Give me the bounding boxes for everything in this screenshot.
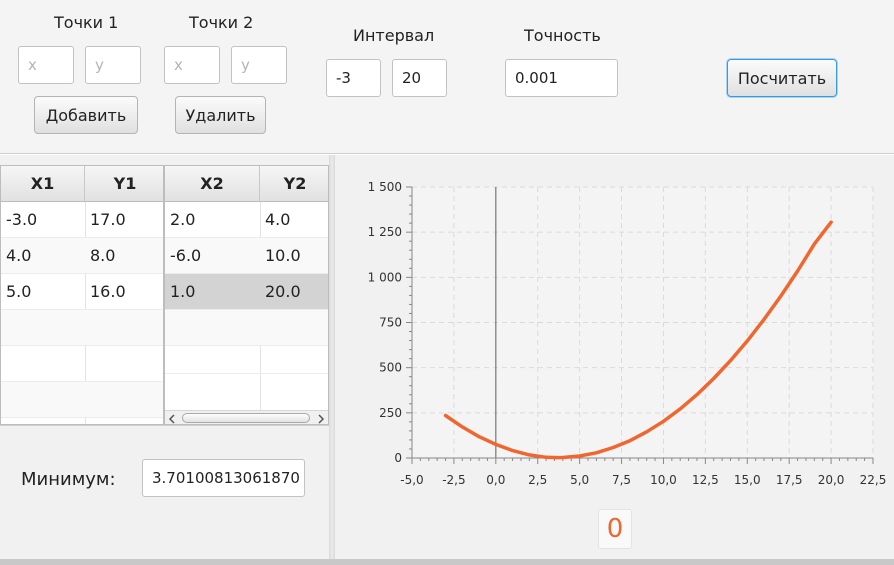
add-button[interactable]: Добавить — [34, 96, 138, 134]
x1-input[interactable] — [18, 46, 74, 84]
minimum-label: Минимум: — [21, 469, 116, 490]
x-tick-label: 5,0 — [570, 473, 589, 487]
table-row[interactable]: 2.0 4.0 — [165, 202, 328, 238]
split-divider[interactable] — [329, 155, 335, 565]
remove-button[interactable]: Удалить — [175, 96, 266, 134]
table-row-selected[interactable]: 1.0 20.0 — [165, 274, 328, 310]
empty-row — [1, 310, 163, 346]
cell-x1: 4.0 — [6, 246, 32, 265]
header-x2[interactable]: X2 — [165, 166, 260, 202]
x2-input[interactable] — [164, 46, 220, 84]
x-tick-label: 12,5 — [692, 473, 719, 487]
header-x1[interactable]: X1 — [1, 166, 85, 202]
cell-y1: 16.0 — [90, 282, 126, 301]
header-y1[interactable]: Y1 — [85, 166, 163, 202]
compute-button[interactable]: Посчитать — [727, 59, 837, 97]
table-row[interactable]: -6.0 10.0 — [165, 238, 328, 274]
y-tick-label: 500 — [379, 361, 402, 375]
empty-row — [1, 382, 163, 418]
cell-y1: 8.0 — [90, 246, 116, 265]
cell-x2: -6.0 — [170, 246, 202, 265]
y-tick-label: 1 250 — [368, 225, 402, 239]
scroll-right-icon[interactable] — [316, 414, 326, 424]
horizontal-scrollbar[interactable] — [165, 410, 328, 424]
scrollbar-thumb[interactable] — [182, 413, 310, 423]
table-row[interactable]: 4.0 8.0 — [1, 238, 163, 274]
points1-table[interactable]: X1 Y1 -3.0 17.0 4.0 8.0 5.0 16.0 — [0, 165, 164, 425]
interval-label: Интервал — [353, 26, 435, 45]
chart-indicator-value: 0 — [606, 514, 624, 544]
y1-input[interactable] — [85, 46, 141, 84]
cell-x1: 5.0 — [6, 282, 32, 301]
x-tick-label: 17,5 — [776, 473, 803, 487]
cell-y2: 4.0 — [265, 210, 291, 229]
x-tick-label: -2,5 — [442, 473, 465, 487]
scroll-left-icon[interactable] — [167, 414, 177, 424]
table-row[interactable]: 5.0 16.0 — [1, 274, 163, 310]
left-panel-divider — [0, 425, 329, 426]
x-tick-label: 0,0 — [486, 473, 505, 487]
interval-to-input[interactable] — [392, 59, 447, 97]
x-tick-label: 20,0 — [818, 473, 845, 487]
x-tick-label: 7,5 — [612, 473, 631, 487]
cell-x2: 2.0 — [170, 210, 196, 229]
x-tick-label: 22,5 — [860, 473, 887, 487]
precision-input[interactable] — [505, 59, 618, 97]
y2-input[interactable] — [231, 46, 287, 84]
points1-label: Точки 1 — [54, 13, 119, 32]
x-tick-label: 15,0 — [734, 473, 761, 487]
interval-from-input[interactable] — [326, 59, 381, 97]
cell-y1: 17.0 — [90, 210, 126, 229]
precision-label: Точность — [524, 26, 601, 45]
x-tick-label: 10,0 — [650, 473, 677, 487]
cell-x1: -3.0 — [6, 210, 38, 229]
y-tick-label: 1 000 — [368, 270, 402, 284]
cell-y2: 10.0 — [265, 246, 301, 265]
header-y2[interactable]: Y2 — [260, 166, 328, 202]
y-tick-label: 750 — [379, 316, 402, 330]
chart-indicator: 0 — [598, 509, 632, 549]
empty-row — [165, 346, 328, 374]
y-tick-label: 0 — [394, 451, 402, 465]
points2-label: Точки 2 — [189, 13, 254, 32]
x-tick-label: 2,5 — [528, 473, 547, 487]
bottom-strip — [0, 559, 894, 565]
empty-row — [165, 310, 328, 346]
minimum-output[interactable] — [142, 459, 305, 497]
points2-table[interactable]: X2 Y2 2.0 4.0 -6.0 10.0 1.0 20.0 — [164, 165, 329, 425]
cell-x2: 1.0 — [170, 282, 196, 301]
y-tick-label: 1 500 — [368, 180, 402, 194]
table-row[interactable]: -3.0 17.0 — [1, 202, 163, 238]
empty-row — [1, 346, 163, 382]
x-tick-label: -5,0 — [400, 473, 423, 487]
y-tick-label: 250 — [379, 406, 402, 420]
cell-y2: 20.0 — [265, 282, 301, 301]
chart: -5,0 -2,5 0,0 2,5 5,0 7,5 10,0 12,5 15,0 17,5 20,0… — [368, 180, 887, 487]
